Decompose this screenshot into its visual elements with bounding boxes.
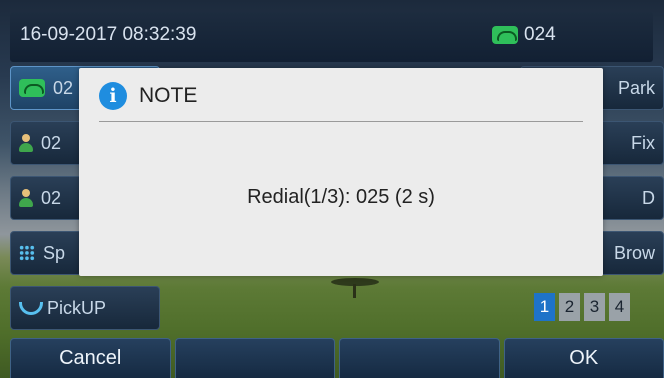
dsskey-label: Brow xyxy=(613,242,655,263)
page-2[interactable]: 2 xyxy=(559,293,580,321)
tree-trunk xyxy=(353,284,356,298)
page-4[interactable]: 4 xyxy=(609,293,630,321)
dialog-header: i NOTE xyxy=(99,82,197,110)
pickup-icon xyxy=(19,299,43,317)
line-key-label: 02 xyxy=(41,187,62,208)
softkey-2[interactable] xyxy=(174,338,335,378)
info-icon: i xyxy=(99,82,127,110)
dialog-message: Redial(1/3): 025 (2 s) xyxy=(247,186,435,208)
phone-icon xyxy=(19,79,45,97)
line-status: 024 xyxy=(492,24,556,46)
line-key-label: Sp xyxy=(43,242,66,263)
note-dialog: i NOTE Redial(1/3): 025 (2 s) xyxy=(79,68,603,276)
dsskey-label: Fix xyxy=(631,132,655,153)
phone-screen: 16-09-2017 08:32:39 024 02 02 02 Sp Pick… xyxy=(0,0,664,378)
page-1[interactable]: 1 xyxy=(534,293,555,321)
user-icon xyxy=(19,134,33,152)
page-indicator: 1 2 3 4 xyxy=(534,293,630,321)
line-key-label: 02 xyxy=(53,77,74,98)
page-3[interactable]: 3 xyxy=(584,293,605,321)
line-label: 024 xyxy=(524,24,556,45)
datetime: 16-09-2017 08:32:39 xyxy=(20,24,197,45)
keypad-icon xyxy=(19,245,35,261)
pickup-key[interactable]: PickUP xyxy=(10,286,160,330)
ok-button[interactable]: OK xyxy=(503,338,664,378)
user-icon xyxy=(19,189,33,207)
cancel-button[interactable]: Cancel xyxy=(10,338,171,378)
softkey-bar: Cancel OK xyxy=(10,338,664,378)
wallpaper-tree xyxy=(325,278,385,298)
line-key-label: PickUP xyxy=(47,297,107,318)
dialog-title: NOTE xyxy=(139,84,198,107)
dsskey-label: Park xyxy=(617,77,655,98)
status-bar: 16-09-2017 08:32:39 024 xyxy=(10,12,653,62)
dsskey-label: D xyxy=(642,187,655,208)
phone-icon xyxy=(492,26,518,44)
line-key-label: 02 xyxy=(41,132,62,153)
softkey-3[interactable] xyxy=(339,338,500,378)
dialog-divider xyxy=(99,121,583,122)
